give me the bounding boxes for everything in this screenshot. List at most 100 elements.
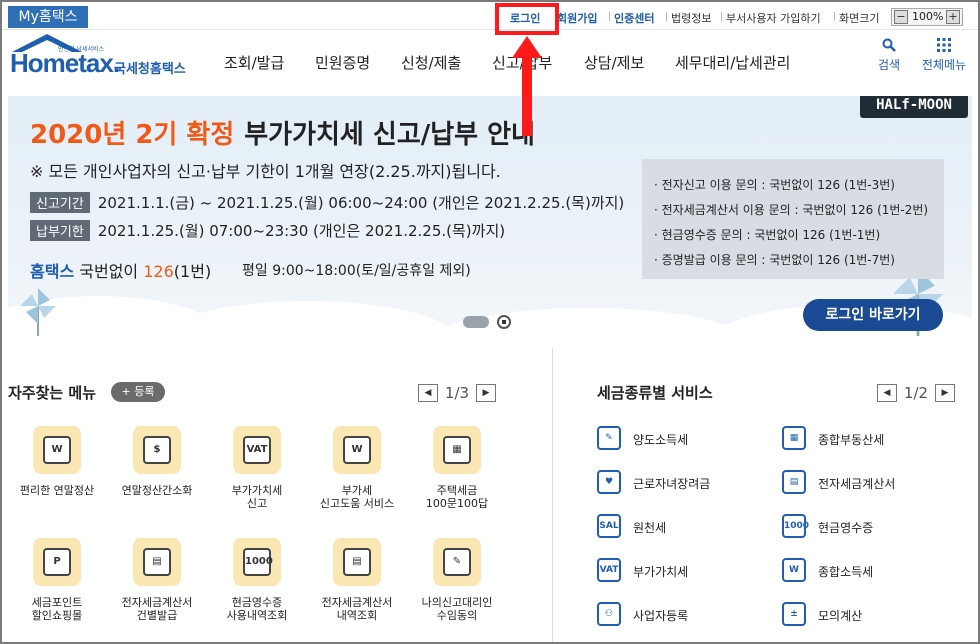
favorites-title: 자주찾는 메뉴 — [8, 384, 97, 402]
favorite-menu-item[interactable]: ▤ 전자세금계산서 건별발급 — [107, 538, 207, 622]
payment-deadline-row: 납부기한 2021.1.25.(월) 07:00~23:30 (개인은 2021.… — [30, 220, 505, 241]
half-moon-badge: HALf-MOON — [860, 96, 968, 118]
favorite-glyph: 1000 — [243, 548, 273, 576]
next-page-button[interactable]: ▶ — [476, 383, 496, 402]
tax-service-label: 사업자등록 — [633, 609, 689, 623]
favorite-glyph: $ — [143, 436, 171, 464]
favorite-glyph: ▦ — [443, 436, 471, 464]
tax-service-label: 원천세 — [633, 521, 667, 535]
prev-page-button[interactable]: ◀ — [418, 383, 438, 402]
hometax-logo[interactable]: 안전한 납세서비스 Hometax. 국세청홈택스 — [6, 34, 206, 84]
favorite-menu-label: 부가가치세 신고 — [231, 484, 283, 510]
inquiry-info-box: · 전자신고 이용 문의 : 국번없이 126 (1번-3번) · 전자세금계산… — [642, 159, 944, 279]
tax-service-icon: 1000 — [782, 514, 809, 538]
zoom-in-button[interactable]: + — [946, 10, 960, 24]
law-info-link[interactable]: 법령정보 — [665, 10, 711, 26]
prev-page-button[interactable]: ◀ — [877, 383, 897, 402]
login-link[interactable]: 로그인 — [510, 10, 540, 26]
search-button[interactable]: 검색 — [874, 38, 904, 73]
site-header: 안전한 납세서비스 Hometax. 국세청홈택스 조회/발급 민원증명 신청/… — [0, 30, 980, 94]
grid-icon — [917, 38, 971, 56]
nav-item-tax-agent[interactable]: 세무대리/납세관리 — [675, 52, 790, 73]
favorites-pager: ◀ 1/3 ▶ — [418, 383, 496, 402]
tax-service-label: 양도소득세 — [633, 433, 689, 447]
tax-service-icon: ♥ — [597, 470, 621, 494]
tax-service-icon: ✎ — [597, 426, 621, 450]
tax-service-label: 현금영수증 — [818, 521, 874, 535]
nav-item-apply[interactable]: 신청/제출 — [401, 52, 461, 73]
search-label: 검색 — [877, 58, 901, 72]
favorite-menu-item[interactable]: 1000 현금영수증 사용내역조회 — [207, 538, 307, 622]
favorite-menu-icon: VAT — [233, 426, 281, 474]
filing-period-row: 신고기간 2021.1.1.(금) ~ 2021.1.25.(월) 06:00~2… — [30, 192, 624, 213]
tax-service-label: 근로자녀장려금 — [633, 477, 711, 491]
page-indicator: 1/2 — [903, 383, 929, 402]
info-line: · 증명발급 이용 문의 : 국번없이 126 (1번-7번) — [654, 253, 895, 267]
dept-user-signup-link[interactable]: 부서사용자 가입하기 — [721, 10, 821, 26]
favorite-menu-icon: ✎ — [433, 538, 481, 586]
filing-period-tag: 신고기간 — [30, 192, 90, 213]
next-page-button[interactable]: ▶ — [935, 383, 955, 402]
favorite-menu-label: 전자세금계산서 내역조회 — [321, 596, 393, 622]
hotline-number: 126 — [143, 262, 174, 281]
payment-deadline-tag: 납부기한 — [30, 220, 90, 241]
favorite-menu-label: 세금포인트 할인쇼핑몰 — [31, 596, 83, 622]
favorite-menu-item[interactable]: W 부가세 신고도움 서비스 — [307, 426, 407, 510]
nav-item-consult[interactable]: 상담/제보 — [584, 52, 644, 73]
favorite-menu-icon: ▤ — [333, 538, 381, 586]
favorite-menu-item[interactable]: $ 연말정산간소화 — [107, 426, 207, 497]
favorite-menu-item[interactable]: VAT 부가가치세 신고 — [207, 426, 307, 510]
tax-service-label: 모의계산 — [818, 609, 863, 623]
promo-banner: HALf-MOON 2020년 2기 확정 부가가치세 신고/납부 안내 ※ 모든… — [8, 96, 972, 340]
info-line: · 현금영수증 문의 : 국번없이 126 (1번-1번) — [654, 228, 881, 242]
red-arrow-annotation — [512, 36, 542, 136]
zoom-out-button[interactable]: − — [894, 10, 908, 24]
banner-title: 2020년 2기 확정 부가가치세 신고/납부 안내 — [30, 114, 535, 151]
filing-period-text: 2021.1.1.(금) ~ 2021.1.25.(월) 06:00~24:00… — [97, 194, 625, 212]
office-hours: 평일 9:00~18:00(토/일/공휴일 제외) — [242, 263, 471, 279]
banner-notice: ※ 모든 개인사업자의 신고·납부 기한이 1개월 연장(2.25.까지)됩니다… — [30, 162, 501, 181]
my-hometax-tab[interactable]: My홈택스 — [8, 6, 88, 28]
favorite-menu-label: 주택세금 100문100답 — [425, 484, 489, 510]
nav-item-inquiry[interactable]: 조회/발급 — [224, 52, 284, 73]
logo-korean: 국세청홈택스 — [114, 62, 186, 77]
carousel-stop-button[interactable] — [497, 315, 511, 329]
tax-service-icon: W — [782, 558, 806, 582]
add-favorite-button[interactable]: + 등록 — [111, 382, 165, 402]
tax-service-icon: VAT — [597, 558, 621, 582]
favorite-glyph: W — [43, 436, 71, 464]
favorite-menu-item[interactable]: ▦ 주택세금 100문100답 — [407, 426, 507, 510]
utility-bar: My홈택스 회원가입 인증센터 법령정보 부서사용자 가입하기 화면크기 − 1… — [0, 0, 980, 30]
favorite-menu-icon: ▤ — [133, 538, 181, 586]
tax-service-icon: ▦ — [782, 426, 806, 450]
favorite-menu-item[interactable]: ▤ 전자세금계산서 내역조회 — [307, 538, 407, 622]
logo-wordmark: Hometax. — [10, 48, 120, 78]
tax-service-icon: ± — [782, 602, 806, 626]
favorite-menu-label: 연말정산간소화 — [121, 484, 193, 497]
page-indicator: 1/3 — [444, 383, 470, 402]
favorite-menu-label: 현금영수증 사용내역조회 — [226, 596, 288, 622]
cloud-decoration — [158, 301, 458, 340]
nav-item-certificates[interactable]: 민원증명 — [315, 52, 370, 73]
favorite-menu-item[interactable]: ✎ 나의신고대리인 수임동의 — [407, 538, 507, 622]
search-icon — [874, 38, 904, 56]
all-menu-button[interactable]: 전체메뉴 — [917, 38, 971, 73]
favorite-menu-item[interactable]: W 편리한 연말정산 — [7, 426, 107, 497]
favorite-menu-icon: ▦ — [433, 426, 481, 474]
favorite-menu-label: 전자세금계산서 건별발급 — [121, 596, 193, 622]
favorite-glyph: VAT — [243, 436, 271, 464]
login-shortcut-button[interactable]: 로그인 바로가기 — [803, 299, 943, 331]
carousel-indicator[interactable] — [463, 316, 489, 328]
tax-service-label: 종합소득세 — [818, 565, 874, 579]
tax-service-icon: ⚇ — [597, 602, 621, 626]
payment-deadline-text: 2021.1.25.(월) 07:00~23:30 (개인은 2021.2.25… — [97, 222, 506, 240]
favorite-glyph: ▤ — [143, 548, 171, 576]
favorite-menu-item[interactable]: P 세금포인트 할인쇼핑몰 — [7, 538, 107, 622]
section-divider — [552, 348, 553, 644]
pinwheel-icon — [20, 288, 56, 336]
favorite-glyph: ✎ — [443, 548, 471, 576]
zoom-control: − 100% + — [891, 8, 963, 26]
signup-link[interactable]: 회원가입 — [557, 10, 597, 26]
cert-center-link[interactable]: 인증센터 — [608, 10, 654, 26]
favorite-menu-icon: W — [333, 426, 381, 474]
